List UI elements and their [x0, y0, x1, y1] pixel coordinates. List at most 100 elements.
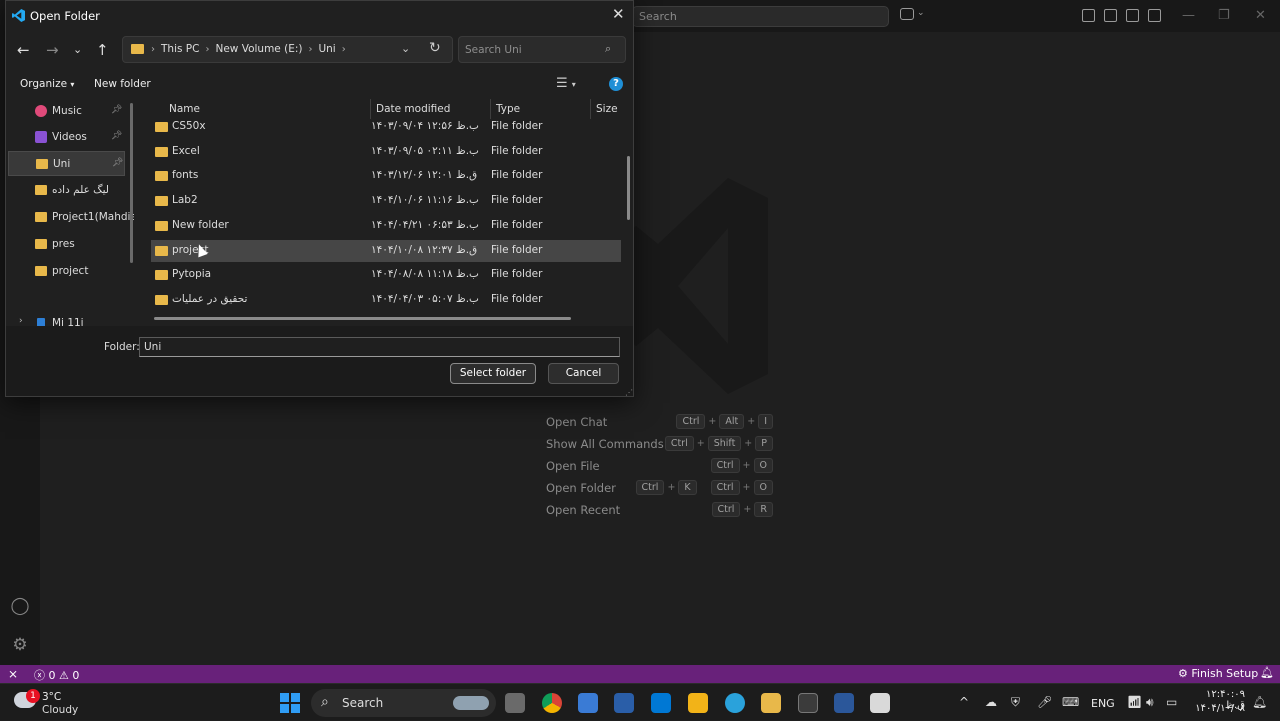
accounts-icon[interactable]: ◯ — [10, 596, 30, 616]
file-row[interactable]: Pytopia ۱۴۰۴/۰۸/۰۸ ب.ظ ۱۱:۱۸ File folder — [151, 264, 621, 286]
nav-item[interactable]: Videos 📌︎ — [8, 125, 125, 150]
nav-item[interactable]: لیگ علم داده — [8, 178, 125, 203]
view-options-icon[interactable]: ☰ ▾ — [556, 76, 576, 91]
breadcrumb-separator-icon[interactable]: › — [342, 44, 346, 55]
keyboard-icon[interactable]: ⌨ — [1062, 695, 1079, 709]
defender-icon[interactable]: ⛨ — [1011, 695, 1020, 710]
toggle-panel-icon[interactable] — [1126, 9, 1139, 22]
close-icon[interactable]: ✕ — [1255, 8, 1266, 23]
breadcrumb-item[interactable]: This PC — [161, 43, 199, 55]
task-view-icon[interactable] — [505, 693, 525, 713]
file-row[interactable]: CS50x ۱۴۰۳/۰۹/۰۴ ب.ظ ۱۲:۵۶ File folder — [151, 116, 621, 138]
nav-item[interactable]: Project1(Mahdie — [8, 205, 134, 230]
vscode-taskbar-icon[interactable] — [651, 693, 671, 713]
pin-icon[interactable]: 📌︎ — [112, 158, 123, 168]
problems-indicator[interactable]: ⓧ 0 ⚠ 0 — [34, 667, 79, 683]
chevron-down-icon[interactable]: ⌄ — [917, 8, 925, 18]
expand-chevron-icon[interactable]: › — [19, 316, 23, 326]
breadcrumb-separator-icon[interactable]: › — [205, 44, 209, 55]
breadcrumb-separator-icon[interactable]: › — [308, 44, 312, 55]
file-explorer-icon[interactable] — [761, 693, 781, 713]
file-row[interactable]: Lab2 ۱۴۰۴/۱۰/۰۶ ب.ظ ۱۱:۱۶ File folder — [151, 190, 621, 212]
wifi-icon[interactable]: 📶︎ — [1127, 695, 1142, 709]
file-row[interactable]: fonts ۱۴۰۳/۱۲/۰۶ ق.ظ ۱۲:۰۱ File folder — [151, 165, 621, 187]
battery-icon[interactable]: ▭ — [1166, 695, 1177, 709]
pin-icon[interactable]: 📌︎ — [111, 105, 122, 115]
column-header-size[interactable]: Size — [596, 103, 618, 115]
breadcrumb-item[interactable]: New Volume (E:) — [215, 43, 302, 55]
file-row[interactable]: New folder ۱۴۰۴/۰۴/۲۱ ب.ظ ۰۶:۵۳ File folde… — [151, 215, 621, 237]
new-folder-button[interactable]: New folder — [94, 78, 151, 90]
column-header-name[interactable]: Name — [169, 103, 200, 115]
vertical-scrollbar[interactable] — [627, 156, 630, 220]
file-row[interactable]: Excel ۱۴۰۳/۰۹/۰۵ ب.ظ ۰۲:۱۱ File folder — [151, 141, 621, 163]
nav-pane-scrollbar[interactable] — [130, 103, 133, 263]
shortcut-row[interactable]: Open Recent Ctrl + R — [546, 500, 776, 522]
shortcut-row[interactable]: Open Chat Ctrl + Alt + I — [546, 412, 776, 434]
shortcut-label[interactable]: Open Folder — [546, 481, 616, 495]
manage-gear-icon[interactable]: ⚙ — [10, 635, 30, 655]
folder-name-input[interactable] — [139, 337, 620, 357]
breadcrumb-separator-icon[interactable]: › — [151, 44, 155, 55]
volume-icon[interactable]: 🔊︎ — [1146, 695, 1154, 710]
nav-item[interactable]: › Mi 11i — [8, 311, 125, 327]
select-folder-button[interactable]: Select folder — [450, 363, 536, 384]
taskbar-search[interactable]: ⌕ Search — [311, 689, 496, 717]
terminal-icon[interactable] — [798, 693, 818, 713]
layout-customize-icon[interactable] — [1082, 9, 1095, 22]
file-row[interactable]: project ۱۴۰۴/۱۰/۰۸ ق.ظ ۱۲:۳۷ File folder — [151, 239, 621, 262]
store-icon[interactable] — [578, 693, 598, 713]
cancel-button[interactable]: Cancel — [548, 363, 619, 384]
resize-grip-icon[interactable]: ⋰ — [625, 388, 633, 397]
up-arrow-icon[interactable]: ↑ — [96, 41, 109, 59]
telegram-icon[interactable] — [725, 693, 745, 713]
snipping-tool-icon[interactable] — [870, 693, 890, 713]
refresh-icon[interactable]: ↻ — [429, 40, 441, 56]
minimize-icon[interactable]: — — [1182, 8, 1195, 23]
help-icon[interactable]: ? — [609, 77, 623, 91]
shortcut-row[interactable]: Show All Commands Ctrl + Shift + P — [546, 434, 776, 456]
address-dropdown-chevron-icon[interactable]: ⌄ — [401, 42, 410, 55]
shortcut-label[interactable]: Open File — [546, 459, 600, 473]
powershell-icon[interactable] — [614, 693, 634, 713]
shortcut-label[interactable]: Open Recent — [546, 503, 620, 517]
nav-item[interactable]: pres — [8, 232, 125, 257]
weather-widget[interactable]: 1 3°C Cloudy — [14, 689, 104, 717]
word-icon[interactable] — [834, 693, 854, 713]
copilot-icon[interactable] — [900, 8, 914, 20]
nav-item[interactable]: project — [8, 259, 125, 284]
chrome-icon[interactable] — [542, 693, 562, 713]
notes-app-icon[interactable] — [688, 693, 708, 713]
start-button[interactable] — [280, 693, 300, 713]
clock-date[interactable]: ۱۴۰۴/۱۰/۰۸ — [1193, 703, 1245, 714]
recent-locations-chevron-icon[interactable]: ⌄ — [73, 43, 82, 56]
input-language[interactable]: ENG — [1091, 697, 1115, 710]
back-arrow-icon[interactable]: ← — [17, 41, 30, 59]
pin-icon[interactable]: 📌︎ — [111, 131, 122, 141]
file-row[interactable]: تحقیق در عملیات ۱۴۰۴/۰۴/۰۳ ب.ظ ۰۵:۰۷ File … — [151, 289, 621, 311]
address-bar[interactable]: › This PC › New Volume (E:) › Uni › ⌄ ↻ — [122, 36, 453, 63]
maximize-icon[interactable]: ❐ — [1218, 8, 1230, 23]
microphone-icon[interactable]: 🎤︎ — [1037, 695, 1052, 709]
breadcrumb-item[interactable]: Uni — [318, 43, 335, 55]
notification-bell-icon[interactable]: 🔔︎ — [1252, 695, 1267, 709]
finish-setup-button[interactable]: ⚙ Finish Setup — [1178, 667, 1258, 680]
organize-button[interactable]: Organize ▾ — [20, 78, 74, 90]
column-header-date-modified[interactable]: Date modified — [376, 103, 450, 115]
nav-item[interactable]: Uni 📌︎ — [8, 151, 125, 176]
shortcut-row[interactable]: Open Folder Ctrl + K Ctrl + O — [546, 478, 776, 500]
shortcut-label[interactable]: Open Chat — [546, 415, 607, 429]
nav-item[interactable]: Music 📌︎ — [8, 99, 125, 124]
onedrive-icon[interactable]: ☁ — [985, 695, 997, 709]
toggle-primary-sidebar-icon[interactable] — [1104, 9, 1117, 22]
dialog-close-icon[interactable]: ✕ — [612, 5, 625, 23]
forward-arrow-icon[interactable]: → — [46, 41, 59, 59]
search-input[interactable]: Search Uni ⌕ — [458, 36, 626, 63]
toggle-secondary-sidebar-icon[interactable] — [1148, 9, 1161, 22]
notifications-bell-icon[interactable]: 🔔︎ — [1260, 666, 1274, 679]
chevron-up-icon[interactable]: ^ — [959, 695, 969, 709]
shortcut-label[interactable]: Show All Commands — [546, 437, 664, 451]
horizontal-scrollbar[interactable] — [154, 317, 571, 320]
column-header-type[interactable]: Type — [496, 103, 520, 115]
shortcut-row[interactable]: Open File Ctrl + O — [546, 456, 776, 478]
